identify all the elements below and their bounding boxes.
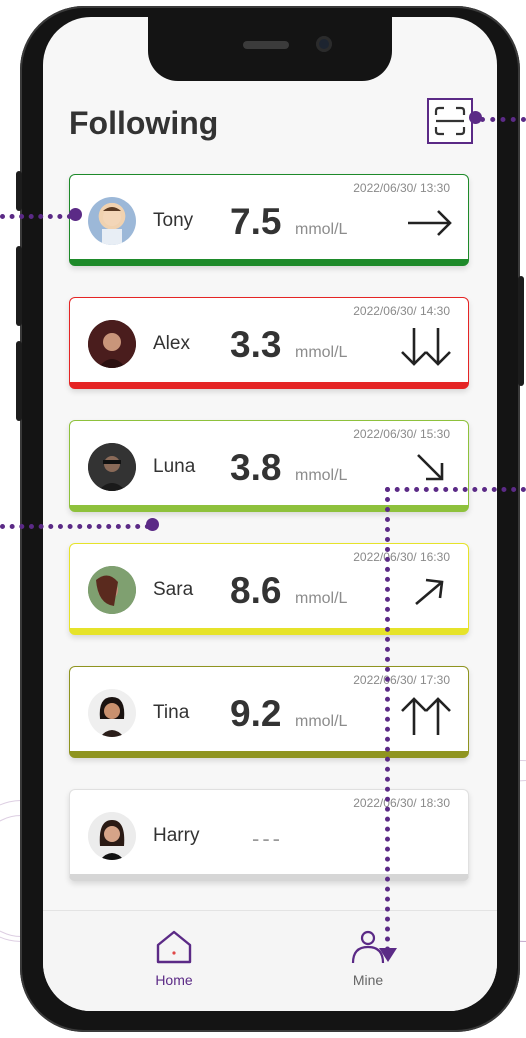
follow-card-tina[interactable]: 2022/06/30/ 17:30 Tina 9.2 mmol/L (69, 666, 469, 758)
follow-card-tony[interactable]: 2022/06/30/ 13:30 Tony 7.5 mmol/L (69, 174, 469, 266)
scan-button[interactable] (427, 98, 473, 144)
double-up-arrow-icon (401, 697, 451, 735)
avatar (88, 197, 136, 245)
annotation-dot (146, 518, 159, 531)
avatar (88, 320, 136, 368)
glucose-unit: mmol/L (295, 590, 348, 607)
follow-card-sara[interactable]: 2022/06/30/ 16:30 Sara 8.6 mmol/L (69, 543, 469, 635)
avatar (88, 812, 136, 860)
side-button (16, 171, 22, 211)
follow-card-luna[interactable]: 2022/06/30/ 15:30 Luna 3.8 mmol/L (69, 420, 469, 512)
double-down-arrow-icon (401, 328, 451, 366)
glucose-value-empty: --- (252, 826, 283, 851)
tab-label: Home (155, 972, 193, 988)
follow-card-harry[interactable]: 2022/06/30/ 18:30 Harry --- (69, 789, 469, 881)
up-right-arrow-icon (415, 578, 444, 605)
glucose-value: 7.5 (230, 201, 282, 242)
glucose-value: 3.8 (230, 447, 282, 488)
annotation-line (0, 214, 72, 219)
page-title: Following (69, 105, 219, 141)
glucose-value: 3.3 (230, 324, 282, 365)
notch (148, 17, 392, 81)
card-timestamp: 2022/06/30/ 18:30 (353, 796, 450, 810)
card-name: Harry (153, 825, 200, 846)
annotation-arrowhead (379, 948, 397, 962)
volume-down-button (16, 341, 22, 421)
tab-home[interactable]: Home (134, 929, 214, 988)
card-timestamp: 2022/06/30/ 15:30 (353, 427, 450, 441)
front-camera (316, 36, 332, 52)
down-right-arrow-icon (417, 454, 444, 481)
annotation-line (480, 117, 526, 122)
card-timestamp: 2022/06/30/ 17:30 (353, 673, 450, 687)
annotation-line (385, 487, 390, 952)
tab-label: Mine (352, 972, 384, 988)
card-timestamp: 2022/06/30/ 14:30 (353, 304, 450, 318)
card-name: Alex (153, 333, 190, 354)
home-icon (156, 930, 192, 964)
card-name: Sara (153, 579, 194, 600)
avatar (88, 689, 136, 737)
glucose-value: 8.6 (230, 570, 282, 611)
speaker (243, 41, 289, 49)
avatar (88, 443, 136, 491)
glucose-unit: mmol/L (295, 221, 348, 238)
annotation-line (385, 487, 526, 492)
card-name: Tony (153, 210, 194, 231)
annotation-line (0, 524, 150, 529)
glucose-unit: mmol/L (295, 344, 348, 361)
stage: Following 2022/06/30/ 13:30 Tony 7.5 mmo… (0, 0, 526, 1038)
volume-up-button (16, 246, 22, 326)
glucose-unit: mmol/L (295, 467, 348, 484)
annotation-dot (69, 208, 82, 221)
card-timestamp: 2022/06/30/ 16:30 (353, 550, 450, 564)
annotation-dot (469, 111, 482, 124)
card-timestamp: 2022/06/30/ 13:30 (353, 181, 450, 195)
card-name: Tina (153, 702, 190, 723)
glucose-unit: mmol/L (295, 713, 348, 730)
tab-bar: Home Mine (43, 910, 497, 1011)
steady-arrow-icon (408, 210, 452, 236)
follow-card-alex[interactable]: 2022/06/30/ 14:30 Alex 3.3 mmol/L (69, 297, 469, 389)
card-name: Luna (153, 456, 196, 477)
scan-icon (434, 106, 466, 136)
app-screen: Following 2022/06/30/ 13:30 Tony 7.5 mmo… (43, 17, 497, 1011)
power-button (518, 276, 524, 386)
avatar (88, 566, 136, 614)
glucose-value: 9.2 (230, 693, 282, 734)
